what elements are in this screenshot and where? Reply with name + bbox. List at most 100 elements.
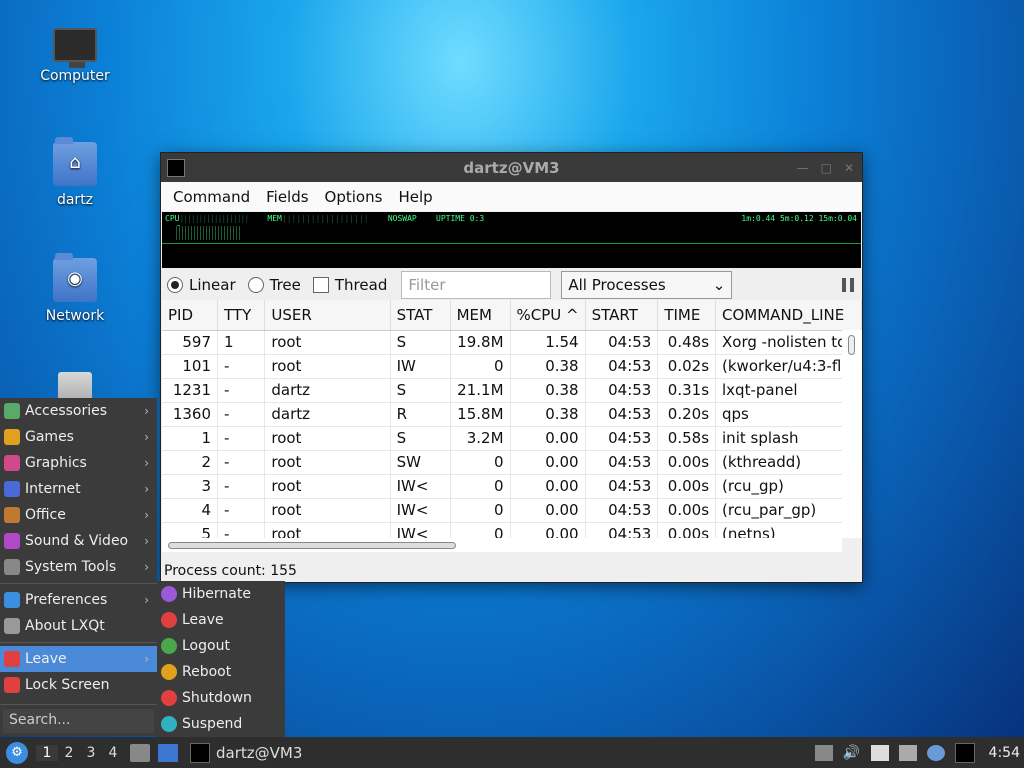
menu-item-leave[interactable]: Leave › (0, 646, 157, 672)
chevron-right-icon: › (144, 482, 149, 496)
radio-unchecked[interactable] (247, 277, 264, 293)
network-icon[interactable] (898, 744, 917, 761)
table-row[interactable]: 101- root IW 0 0.38 04:53 0.02s (kworker/u4:3-f… (162, 354, 862, 379)
cell-tty: - (217, 498, 266, 523)
tree-radio[interactable]: Tree (247, 276, 301, 294)
column-header-command[interactable]: COMMAND_LINE (715, 300, 862, 331)
cell-user: root (264, 450, 391, 475)
show-desktop-icon[interactable] (158, 743, 178, 762)
maximize-icon[interactable]: □ (821, 161, 832, 175)
titlebar[interactable]: dartz@VM3 — □ ✕ (161, 153, 862, 182)
column-header-time[interactable]: TIME (657, 300, 717, 331)
clock[interactable]: 4:54 (989, 745, 1020, 761)
table-row[interactable]: 3- root IW< 0 0.00 04:53 0.00s (rcu_gp) (162, 474, 862, 499)
menu-item-hibernate[interactable]: Hibernate (157, 581, 285, 607)
menu-item-reboot[interactable]: Reboot (157, 659, 285, 685)
workspace-2[interactable]: 2 (58, 745, 80, 761)
menu-command[interactable]: Command (165, 188, 258, 206)
menu-item-label: Graphics (25, 455, 87, 471)
table-row[interactable]: 1360- dartz R 15.8M 0.38 04:53 0.20s qps (162, 402, 862, 427)
pause-icon[interactable] (842, 278, 854, 292)
table-row[interactable]: 5- root IW< 0 0.00 04:53 0.00s (netns) (162, 522, 862, 538)
volume-icon[interactable]: 🔊 (843, 745, 861, 761)
column-header-pid[interactable]: PID (162, 300, 219, 331)
menu-item-logout[interactable]: Logout (157, 633, 285, 659)
table-row[interactable]: 1- root S 3.2M 0.00 04:53 0.58s init splash (162, 426, 862, 451)
menu-item-accessories[interactable]: Accessories › (0, 398, 157, 424)
menu-fields[interactable]: Fields (258, 188, 316, 206)
notification-icon[interactable] (926, 744, 945, 761)
menu-item-suspend[interactable]: Suspend (157, 711, 285, 737)
chevron-right-icon: › (144, 404, 149, 418)
cell-user: root (264, 354, 391, 379)
start-menu-button[interactable]: ⚙ (6, 741, 28, 764)
scrollbar-thumb[interactable] (168, 542, 456, 549)
desktop-icon-computer[interactable]: Computer (25, 22, 125, 84)
column-header-stat[interactable]: STAT (390, 300, 451, 331)
leave-submenu: Hibernate Leave Logout Reboot Shutdown Suspen… (157, 581, 285, 737)
radio-checked[interactable] (167, 277, 183, 293)
column-header-start[interactable]: START (585, 300, 659, 331)
cell-stat: IW< (390, 522, 451, 538)
menu-item-preferences[interactable]: Preferences › (0, 587, 157, 613)
horizontal-scrollbar[interactable] (162, 538, 842, 552)
eject-icon[interactable] (814, 744, 833, 761)
workspace-4[interactable]: 4 (102, 745, 124, 761)
filter-input[interactable]: Filter (401, 271, 552, 299)
menu-item-label: Games (25, 429, 74, 445)
taskbar: ⚙ 1 2 3 4 dartz@VM3 🔊 4:54 (0, 737, 1024, 768)
scrollbar-thumb[interactable] (848, 335, 855, 355)
menu-item-games[interactable]: Games › (0, 424, 157, 450)
clipboard-icon[interactable] (870, 744, 889, 761)
minimize-icon[interactable]: — (797, 161, 809, 175)
tree-label: Tree (269, 276, 301, 294)
menu-item-sound-video[interactable]: Sound & Video › (0, 528, 157, 554)
menu-item-office[interactable]: Office › (0, 502, 157, 528)
column-header-cpu[interactable]: %CPU ^ (510, 300, 586, 331)
table-row[interactable]: 597 1 root S 19.8M 1.54 04:53 0.48s Xorg -nolist… (162, 330, 862, 355)
menu-item-leave[interactable]: Leave (157, 607, 285, 633)
close-icon[interactable]: ✕ (844, 161, 854, 175)
menu-item-about-lxqt[interactable]: About LXQt (0, 613, 157, 639)
taskbar-task-process-viewer[interactable]: dartz@VM3 (190, 742, 302, 763)
menu-item-shutdown[interactable]: Shutdown (157, 685, 285, 711)
workspace-1[interactable]: 1 (36, 744, 58, 761)
column-header-user[interactable]: USER (264, 300, 391, 331)
column-header-tty[interactable]: TTY (217, 300, 266, 331)
cell-pid: 1360 (162, 402, 219, 427)
menu-item-label: Sound & Video (25, 533, 129, 549)
table-row[interactable]: 1231- dartz S 21.1M 0.38 04:53 0.31s lxqt-panel (162, 378, 862, 403)
cell-mem: 0 (450, 450, 511, 475)
cell-cpu: 0.38 (510, 378, 586, 403)
column-header-mem[interactable]: MEM (450, 300, 511, 331)
desktop-icon-network[interactable]: ◉ Network (25, 253, 125, 324)
menu-item-lock-screen[interactable]: Lock Screen (0, 672, 157, 698)
desktop-icon-home[interactable]: ⌂ dartz (25, 137, 125, 208)
table-row[interactable]: 4- root IW< 0 0.00 04:53 0.00s (rcu_par_gp) (162, 498, 862, 523)
checkbox-unchecked[interactable] (312, 277, 329, 293)
workspace-3[interactable]: 3 (80, 745, 102, 761)
terminal-tray-icon[interactable] (954, 742, 975, 763)
menu-item-graphics[interactable]: Graphics › (0, 450, 157, 476)
menu-item-internet[interactable]: Internet › (0, 476, 157, 502)
cell-time: 0.00s (657, 522, 717, 538)
cell-start: 04:53 (585, 474, 659, 499)
menu-item-label: Leave (25, 651, 67, 667)
cell-tty: - (217, 450, 266, 475)
file-manager-icon[interactable] (130, 743, 150, 762)
menu-item-system-tools[interactable]: System Tools › (0, 554, 157, 580)
cell-time: 0.00s (657, 450, 717, 475)
table-row[interactable]: 2- root SW 0 0.00 04:53 0.00s (kthreadd) (162, 450, 862, 475)
process-filter-select[interactable]: All Processes ⌄ (561, 271, 733, 299)
graph-noswap-label: NOSWAP (387, 214, 417, 223)
status-bar: Process count: 155 (164, 563, 297, 579)
menu-search-input[interactable]: Search... (3, 709, 154, 733)
cell-stat: S (390, 378, 451, 403)
cell-cpu: 0.00 (510, 426, 586, 451)
menu-help[interactable]: Help (390, 188, 440, 206)
linear-radio[interactable]: Linear (167, 276, 236, 294)
vertical-scrollbar[interactable] (842, 330, 862, 538)
thread-checkbox[interactable]: Thread (312, 276, 387, 294)
menu-options[interactable]: Options (317, 188, 391, 206)
menu-item-label: Reboot (182, 664, 232, 680)
